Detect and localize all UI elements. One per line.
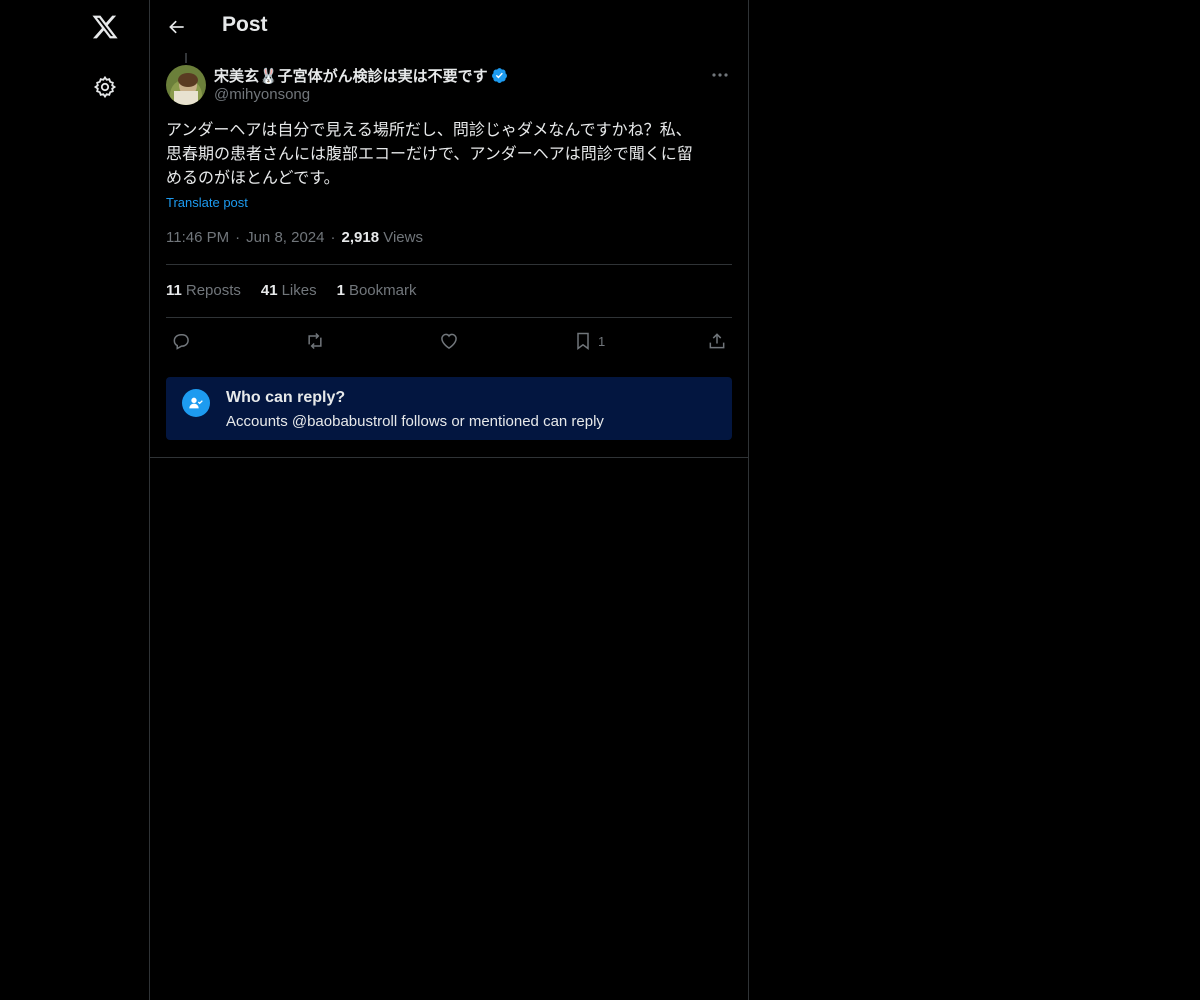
app-root: Post 宋美玄🐰子宮体がん検診は実は不要です @mihyonsong アンダー…	[0, 0, 1200, 1000]
post-time[interactable]: 11:46 PM	[166, 229, 229, 246]
reposts-label: Reposts	[185, 282, 241, 299]
share-icon[interactable]	[707, 328, 727, 354]
x-logo-icon[interactable]	[88, 10, 122, 44]
user-check-icon	[182, 389, 210, 417]
page-header: Post	[150, 0, 748, 53]
likes-stat[interactable]: 41 Likes	[261, 282, 317, 299]
divider	[150, 457, 748, 458]
author-block: 宋美玄🐰子宮体がん検診は実は不要です @mihyonsong	[214, 65, 508, 103]
reply-restriction-title: Who can reply?	[226, 389, 346, 406]
arrow-left-icon[interactable]	[164, 14, 190, 40]
views-count: 2,918	[341, 229, 380, 246]
reply-restriction-subtitle: Accounts @baobabustroll follows or menti…	[226, 413, 604, 430]
more-options-icon[interactable]	[708, 65, 732, 85]
views-label: Views	[383, 229, 423, 246]
verified-badge-icon	[491, 67, 508, 84]
display-name[interactable]: 宋美玄🐰子宮体がん検診は実は不要です	[214, 65, 488, 86]
divider	[166, 317, 732, 318]
display-name-row: 宋美玄🐰子宮体がん検診は実は不要です	[214, 65, 508, 85]
like-icon[interactable]	[439, 328, 459, 354]
bookmark-icon	[577, 332, 589, 350]
repost-icon[interactable]	[303, 328, 327, 354]
bookmarks-label: Bookmark	[348, 282, 417, 299]
post-meta: 11:46 PM · Jun 8, 2024 · 2,918 Views	[166, 229, 423, 246]
divider	[166, 264, 732, 265]
left-rail	[0, 0, 150, 1000]
reposts-count: 11	[166, 282, 182, 299]
bookmark-action-count: 1	[598, 333, 606, 349]
engagement-stats: 11 Reposts 41 Likes 1 Bookmark	[166, 282, 436, 299]
reposts-stat[interactable]: 11 Reposts	[166, 282, 241, 299]
page-title: Post	[222, 13, 268, 36]
reply-restriction-box: Who can reply? Accounts @baobabustroll f…	[166, 377, 732, 440]
main-column: Post 宋美玄🐰子宮体がん検診は実は不要です @mihyonsong アンダー…	[150, 0, 749, 1000]
gear-icon[interactable]	[88, 70, 122, 104]
bookmarks-stat[interactable]: 1 Bookmark	[337, 282, 417, 299]
likes-count: 41	[260, 282, 278, 299]
post-date[interactable]: Jun 8, 2024	[246, 229, 324, 246]
reply-icon[interactable]	[171, 328, 191, 354]
likes-label: Likes	[281, 282, 317, 299]
bookmark-action[interactable]: 1	[574, 328, 605, 354]
author-handle[interactable]: @mihyonsong	[214, 86, 508, 103]
meta-separator: ·	[330, 229, 336, 246]
action-bar: 1	[166, 328, 732, 354]
bookmarks-count: 1	[336, 282, 345, 299]
meta-separator: ·	[235, 229, 241, 246]
translate-post-link[interactable]: Translate post	[166, 195, 248, 210]
post-text: アンダーヘアは自分で見える場所だし、問診じゃダメなんですかね？私、 思春期の患者…	[166, 120, 693, 187]
thread-connector	[185, 53, 187, 63]
avatar[interactable]	[166, 65, 206, 105]
